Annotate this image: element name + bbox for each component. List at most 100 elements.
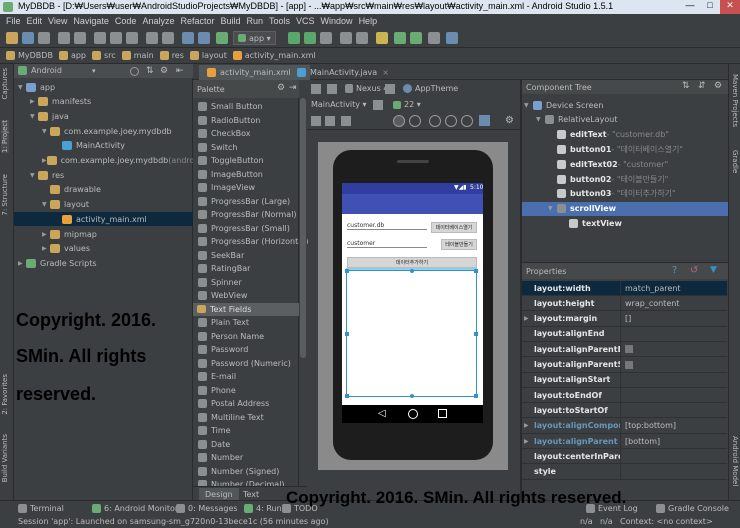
chevron-down-icon[interactable]: ▼	[42, 201, 50, 208]
resize-handle[interactable]	[345, 394, 349, 398]
chevron-right-icon[interactable]: ▶	[42, 157, 47, 164]
palette-item[interactable]: Small Button	[198, 100, 263, 114]
component-tree-item[interactable]: ▼ RelativeLayout	[522, 113, 728, 127]
palette-item[interactable]: ImageView	[198, 181, 255, 195]
breadcrumb-item[interactable]: activity_main.xml	[232, 51, 316, 60]
property-checkbox[interactable]	[625, 360, 633, 369]
resize-handle[interactable]	[410, 269, 414, 273]
edit-text-table[interactable]: customer	[347, 240, 427, 248]
zoom-out-icon[interactable]	[445, 115, 457, 127]
attach-debugger-icon[interactable]	[320, 32, 332, 44]
property-row[interactable]: layout:alignStart	[522, 372, 727, 388]
project-tree-item[interactable]: ▶com.example.joey.mydbdb (androidTest)	[14, 154, 221, 168]
run-config-select[interactable]: app ▾	[233, 31, 276, 45]
property-row[interactable]: ▶ layout:margin []	[522, 311, 727, 327]
project-tree-item[interactable]: ▼ com.example.joey.mydbdb	[14, 124, 193, 138]
run-icon[interactable]	[288, 32, 300, 44]
palette-item[interactable]: Password	[198, 343, 248, 357]
gradle-tab[interactable]: Gradle	[731, 150, 739, 173]
bottom-tab[interactable]: 4: Run	[244, 504, 282, 513]
project-view-selector[interactable]: Android ▾	[18, 66, 95, 75]
breadcrumb-item[interactable]: main	[121, 51, 154, 60]
property-value[interactable]	[620, 387, 727, 403]
palette-item[interactable]: ProgressBar (Normal)	[198, 208, 297, 222]
locale-icon[interactable]	[373, 100, 383, 110]
bottom-tab[interactable]: 0: Messages	[176, 504, 238, 513]
property-row[interactable]: layout:alignEnd	[522, 326, 727, 342]
property-row[interactable]: ▶ layout:alignParent [bottom]	[522, 433, 727, 449]
bottom-tab[interactable]: 6: Android Monitor	[92, 504, 178, 513]
project-tree-item[interactable]: ▶ Gradle Scripts	[14, 256, 193, 270]
breadcrumb-item[interactable]: app	[58, 51, 86, 60]
gradle-sync-icon[interactable]	[376, 32, 388, 44]
palette-item[interactable]: Person Name	[198, 330, 264, 344]
undo-icon[interactable]	[58, 32, 70, 44]
property-row[interactable]: layout:centerInParent	[522, 448, 727, 465]
project-tree-item[interactable]: activity_main.xml	[14, 212, 193, 227]
avd-manager-icon[interactable]	[356, 32, 368, 44]
breadcrumb-item[interactable]: src	[92, 51, 116, 60]
palette-item[interactable]: Plain Text	[198, 316, 249, 330]
menu-tools[interactable]: Tools	[269, 16, 290, 26]
bottom-tab[interactable]: Gradle Console	[656, 504, 729, 513]
scrollview-selection[interactable]	[345, 269, 478, 398]
property-row[interactable]: layout:toEndOf	[522, 387, 727, 404]
property-row[interactable]: layout:alignParentEnd	[522, 341, 727, 358]
component-tree-item[interactable]: button02 - "테이블만들기"	[522, 172, 728, 186]
editor-tab[interactable]: MainActivity.java ×	[289, 65, 397, 80]
menu-help[interactable]: Help	[359, 16, 378, 26]
palette-item[interactable]: Switch	[198, 141, 237, 155]
android-icon[interactable]	[410, 32, 422, 44]
grid-icon[interactable]	[325, 116, 335, 126]
add-data-button[interactable]: 데이터추가하기	[347, 257, 477, 268]
project-tree-item[interactable]: ▼ java	[14, 109, 193, 123]
layout-icon[interactable]	[311, 84, 321, 94]
property-value[interactable]: []	[620, 311, 727, 327]
menu-vcs[interactable]: VCS	[296, 16, 315, 26]
chevron-right-icon[interactable]: ▶	[42, 231, 50, 238]
property-row[interactable]: style	[522, 464, 727, 480]
palette-item[interactable]: Password (Numeric)	[198, 357, 291, 371]
open-folder-icon[interactable]	[6, 32, 18, 44]
scrollbar-thumb[interactable]	[300, 98, 306, 358]
chevron-right-icon[interactable]: ▶	[30, 98, 38, 105]
chevron-down-icon[interactable]: ▼	[42, 128, 50, 135]
palette-item[interactable]: ToggleButton	[198, 154, 264, 168]
favorites-tab[interactable]: 2: Favorites	[1, 374, 9, 415]
project-tree-item[interactable]: ▼ layout	[14, 198, 193, 212]
property-value[interactable]	[620, 448, 727, 464]
collapse-all-icon[interactable]: ⇵	[698, 81, 706, 91]
menu-refactor[interactable]: Refactor	[180, 16, 214, 26]
back-icon[interactable]	[182, 32, 194, 44]
palette-item[interactable]: SeekBar	[198, 249, 244, 263]
property-value[interactable]: match_parent	[620, 280, 727, 296]
save-icon[interactable]	[22, 32, 34, 44]
property-value[interactable]: [top:bottom]	[620, 418, 727, 434]
palette-scrollbar[interactable]	[299, 80, 307, 500]
palette-item[interactable]: Time	[198, 424, 231, 438]
menu-code[interactable]: Code	[115, 16, 137, 26]
paste-icon[interactable]	[126, 32, 138, 44]
help-icon[interactable]: ?	[672, 265, 677, 276]
gear-icon[interactable]: ⚙	[277, 83, 285, 93]
create-table-button[interactable]: 테이블만들기	[441, 239, 477, 250]
reset-icon[interactable]: ↺	[690, 265, 698, 276]
component-tree-item[interactable]: editText02 - "customer"	[522, 157, 728, 171]
project-tab[interactable]: 1: Project	[1, 120, 9, 153]
make-project-icon[interactable]	[216, 32, 228, 44]
palette-item[interactable]: ProgressBar (Small)	[198, 222, 290, 236]
expand-all-icon[interactable]: ⇅	[682, 81, 690, 91]
sync-icon[interactable]	[38, 32, 50, 44]
component-tree-item[interactable]: editText - "customer.db"	[522, 128, 728, 142]
chevron-right-icon[interactable]: ▶	[42, 245, 50, 252]
property-row[interactable]: layout:toStartOf	[522, 402, 727, 419]
breadcrumb-item[interactable]: res	[159, 51, 184, 60]
chevron-right-icon[interactable]: ▶	[524, 438, 529, 445]
android-device-monitor-icon[interactable]	[394, 32, 406, 44]
preview-icon[interactable]	[341, 116, 351, 126]
open-database-button[interactable]: 데이터베이스열기	[431, 222, 477, 233]
palette-item[interactable]: RadioButton	[198, 114, 260, 128]
maven-projects-tab[interactable]: Maven Projects	[731, 74, 739, 127]
gear-icon[interactable]: ⚙	[714, 81, 722, 91]
structure-tab[interactable]: 7: Structure	[1, 174, 9, 216]
